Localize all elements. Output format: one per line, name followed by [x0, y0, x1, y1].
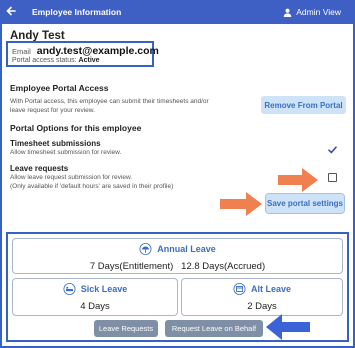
portal-status-label: Portal access status: [12, 57, 77, 64]
sick-person-icon [63, 283, 76, 295]
leave-requests-button[interactable]: Leave Requests [94, 320, 158, 337]
admin-view-label: Admin View [296, 7, 341, 17]
person-icon [283, 8, 292, 17]
calendar-swap-icon [233, 283, 246, 295]
timesheet-description: Allow timesheet submission for review. [10, 149, 122, 156]
portal-access-description: With Portal access, this employee can su… [10, 98, 209, 114]
leave-requests-description-1: Allow leave request submission for revie… [10, 174, 133, 181]
annual-leave-title: Annual Leave [157, 244, 216, 254]
alt-leave-card: Alt Leave 2 Days [181, 278, 343, 316]
sick-leave-title: Sick Leave [80, 284, 128, 294]
arrow-left-icon[interactable] [6, 6, 22, 18]
annotation-arrow-icon [220, 192, 262, 216]
annual-leave-value: 7 Days(Entitlement) 12.8 Days(Accrued) [89, 261, 266, 272]
timesheet-checkbox[interactable] [328, 141, 337, 159]
employee-email: andy.test@example.com [36, 45, 159, 57]
portal-access-heading: Employee Portal Access [10, 83, 109, 93]
leave-requests-checkbox[interactable] [328, 173, 337, 182]
beach-umbrella-icon [139, 243, 152, 255]
alt-leave-value: 2 Days [247, 301, 277, 312]
remove-from-portal-button[interactable]: Remove From Portal [261, 96, 346, 114]
checkmark-icon [328, 146, 337, 154]
leave-requests-description-2: (Only available if 'default hours' are s… [10, 183, 174, 190]
annotation-arrow-icon [266, 314, 310, 340]
sick-leave-value: 4 Days [80, 301, 110, 312]
employee-identity-box: Email andy.test@example.com Portal acces… [6, 41, 159, 67]
portal-options-heading: Portal Options for this employee [10, 123, 142, 133]
alt-leave-title: Alt Leave [250, 284, 292, 294]
page-title: Employee Information [32, 7, 122, 17]
save-portal-settings-button[interactable]: Save portal settings [265, 193, 345, 214]
timesheet-title: Timesheet submissions [10, 139, 101, 148]
admin-view-toggle[interactable]: Admin View [283, 7, 341, 17]
sick-leave-card: Sick Leave 4 Days [12, 278, 178, 316]
annotation-arrow-icon [278, 168, 318, 192]
annual-leave-card: Annual Leave 7 Days(Entitlement) 12.8 Da… [12, 238, 343, 274]
leave-requests-title: Leave requests [10, 164, 69, 173]
portal-status-value: Active [78, 57, 100, 64]
header-bar: Employee Information Admin View [0, 0, 355, 24]
request-leave-on-behalf-button[interactable]: Request Leave on Behalf [165, 320, 263, 337]
email-label: Email [12, 47, 31, 56]
